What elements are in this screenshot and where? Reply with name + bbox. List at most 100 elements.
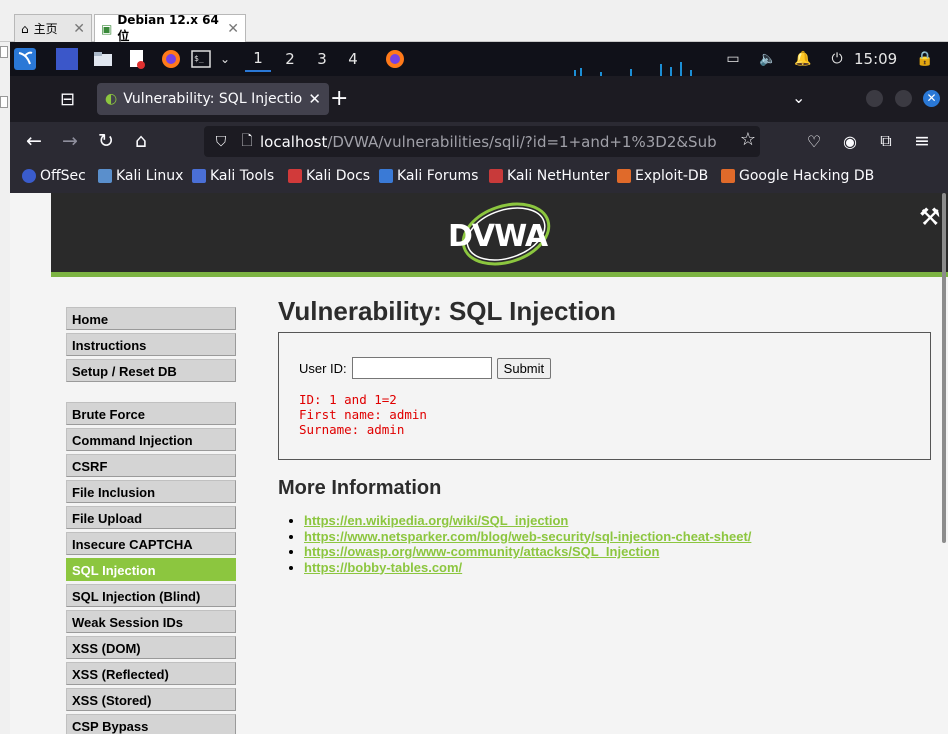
cpu-graph-icon bbox=[574, 62, 692, 76]
close-icon[interactable]: ✕ bbox=[227, 21, 239, 37]
file-manager-icon[interactable] bbox=[92, 48, 114, 70]
link-netsparker[interactable]: https://www.netsparker.com/blog/web-secu… bbox=[304, 529, 751, 544]
link-bobby-tables[interactable]: https://bobby-tables.com/ bbox=[304, 560, 462, 575]
ghdb-icon bbox=[721, 169, 735, 183]
tools-icon[interactable]: ⚒ bbox=[919, 203, 941, 231]
home-icon[interactable]: ⌂ bbox=[128, 128, 154, 154]
pocket-icon[interactable]: ♡ bbox=[801, 128, 827, 154]
tab-list-icon[interactable]: ⊟ bbox=[60, 89, 75, 110]
menu-item-xss-stored[interactable]: XSS (Stored) bbox=[66, 688, 236, 711]
browser-tab-active[interactable]: ◐ Vulnerability: SQL Injection ✕ bbox=[97, 83, 329, 115]
page-scrollbar[interactable] bbox=[942, 193, 946, 543]
bookmark-star-icon[interactable]: ☆ bbox=[740, 129, 756, 150]
account-icon[interactable]: ◉ bbox=[837, 128, 863, 154]
lock-icon[interactable]: 🔒 bbox=[914, 48, 936, 70]
shield-icon[interactable]: ⛉ bbox=[208, 134, 234, 150]
menu-item-command-injection[interactable]: Command Injection bbox=[66, 428, 236, 451]
menu-item-home[interactable]: Home bbox=[66, 307, 236, 330]
bookmark-offsec[interactable]: OffSec bbox=[22, 168, 86, 184]
page-info-icon[interactable]: 🗋 bbox=[234, 130, 260, 154]
host-tab-label: Debian 12.x 64 位 bbox=[117, 13, 219, 43]
link-wikipedia[interactable]: https://en.wikipedia.org/wiki/SQL_inject… bbox=[304, 513, 568, 528]
text-editor-icon[interactable] bbox=[126, 48, 148, 70]
browser-nav-bar: ← → ↻ ⌂ ⛉ 🗋 localhost/DVWA/vulnerabiliti… bbox=[10, 122, 948, 160]
list-item: https://bobby-tables.com/ bbox=[304, 560, 751, 576]
workspace-2[interactable]: 2 bbox=[277, 46, 303, 72]
menu-item-xss-dom[interactable]: XSS (DOM) bbox=[66, 636, 236, 659]
menu-item-instructions[interactable]: Instructions bbox=[66, 333, 236, 356]
bookmark-exploit-db[interactable]: Exploit-DB bbox=[617, 168, 708, 184]
menu-item-brute-force[interactable]: Brute Force bbox=[66, 402, 236, 425]
bell-icon[interactable]: 🔔 bbox=[792, 48, 814, 70]
forward-icon[interactable]: → bbox=[57, 128, 83, 154]
browser-tab-bar: ⊟ ◐ Vulnerability: SQL Injection ✕ + ⌄ ✕ bbox=[10, 76, 948, 122]
menu-icon[interactable]: ≡ bbox=[909, 128, 935, 154]
dvwa-logo: DVWA bbox=[448, 201, 554, 267]
bookmark-google-hacking-db[interactable]: Google Hacking DB bbox=[721, 168, 874, 184]
kali-menu-icon[interactable] bbox=[14, 48, 36, 70]
user-id-input[interactable] bbox=[351, 357, 492, 379]
workspace-4[interactable]: 4 bbox=[340, 46, 366, 72]
list-item: https://owasp.org/www-community/attacks/… bbox=[304, 544, 751, 560]
menu-item-sql-injection-blind[interactable]: SQL Injection (Blind) bbox=[66, 584, 236, 607]
menu-item-xss-reflected[interactable]: XSS (Reflected) bbox=[66, 662, 236, 685]
menu-item-insecure-captcha[interactable]: Insecure CAPTCHA bbox=[66, 532, 236, 555]
workspace-3[interactable]: 3 bbox=[309, 46, 335, 72]
maximize-icon[interactable] bbox=[895, 90, 912, 107]
forums-icon bbox=[379, 169, 393, 183]
show-desktop-icon[interactable] bbox=[56, 48, 78, 70]
close-icon[interactable]: ✕ bbox=[73, 21, 85, 37]
menu-item-file-inclusion[interactable]: File Inclusion bbox=[66, 480, 236, 503]
back-icon[interactable]: ← bbox=[21, 128, 47, 154]
host-tab-home[interactable]: ⌂ 主页 ✕ bbox=[14, 14, 92, 42]
volume-icon[interactable]: 🔈 bbox=[757, 48, 779, 70]
reload-icon[interactable]: ↻ bbox=[93, 128, 119, 154]
result-line-first-name: First name: admin bbox=[299, 407, 427, 422]
extensions-icon[interactable]: ⧉ bbox=[873, 128, 899, 154]
workspace-1[interactable]: 1 bbox=[245, 46, 271, 72]
user-id-label: User ID: bbox=[299, 360, 347, 376]
new-tab-icon[interactable]: + bbox=[330, 86, 348, 111]
terminal-icon[interactable]: $_ bbox=[190, 48, 212, 70]
menu-item-csrf[interactable]: CSRF bbox=[66, 454, 236, 477]
close-window-icon[interactable]: ✕ bbox=[923, 90, 940, 107]
power-icon[interactable]: ⏻ bbox=[826, 48, 848, 70]
menu-item-weak-session-ids[interactable]: Weak Session IDs bbox=[66, 610, 236, 633]
list-item: https://en.wikipedia.org/wiki/SQL_inject… bbox=[304, 513, 751, 529]
menu-item-sql-injection[interactable]: SQL Injection bbox=[66, 558, 236, 581]
firefox-icon[interactable] bbox=[160, 48, 182, 70]
menu-item-setup[interactable]: Setup / Reset DB bbox=[66, 359, 236, 382]
link-owasp[interactable]: https://owasp.org/www-community/attacks/… bbox=[304, 544, 659, 559]
bookmarks-toolbar: OffSec Kali Linux Kali Tools Kali Docs K… bbox=[10, 160, 948, 193]
chevron-down-icon[interactable]: ⌄ bbox=[792, 88, 805, 107]
bookmark-kali-tools[interactable]: Kali Tools bbox=[192, 168, 274, 184]
dvwa-favicon-icon: ◐ bbox=[105, 91, 118, 107]
minimize-icon[interactable] bbox=[866, 90, 883, 107]
dvwa-header: DVWA ⚒ bbox=[51, 193, 948, 277]
submit-button[interactable]: Submit bbox=[496, 357, 552, 379]
tools-icon bbox=[192, 169, 206, 183]
close-icon[interactable]: ✕ bbox=[308, 90, 321, 108]
display-icon[interactable]: ▭ bbox=[722, 48, 744, 70]
dvwa-body: Home Instructions Setup / Reset DB Brute… bbox=[51, 282, 948, 734]
bookmark-kali-linux[interactable]: Kali Linux bbox=[98, 168, 183, 184]
host-tab-vm[interactable]: ▣ Debian 12.x 64 位 ✕ bbox=[94, 13, 246, 43]
bookmark-kali-nethunter[interactable]: Kali NetHunter bbox=[489, 168, 609, 184]
menu-item-csp-bypass[interactable]: CSP Bypass bbox=[66, 714, 236, 734]
tool-marker bbox=[0, 46, 8, 58]
menu-item-file-upload[interactable]: File Upload bbox=[66, 506, 236, 529]
exploit-db-icon bbox=[617, 169, 631, 183]
url-bar[interactable]: ⛉ 🗋 localhost/DVWA/vulnerabilities/sqli/… bbox=[204, 126, 760, 157]
tab-title: Vulnerability: SQL Injection bbox=[123, 91, 303, 107]
vm-icon: ▣ bbox=[101, 21, 113, 36]
offsec-icon bbox=[22, 169, 36, 183]
vulnerable-code-area: User ID: Submit ID: 1 and 1=2 First name:… bbox=[278, 332, 931, 460]
chevron-down-icon[interactable]: ⌄ bbox=[214, 48, 236, 70]
host-tab-label: 主页 bbox=[33, 22, 58, 36]
bookmark-label: Kali Forums bbox=[397, 168, 479, 184]
query-result: ID: 1 and 1=2 First name: admin Surname: a… bbox=[299, 392, 427, 437]
bookmark-kali-docs[interactable]: Kali Docs bbox=[288, 168, 370, 184]
url-text[interactable]: localhost/DVWA/vulnerabilities/sqli/?id=… bbox=[260, 133, 716, 151]
bookmark-kali-forums[interactable]: Kali Forums bbox=[379, 168, 478, 184]
firefox-task-icon[interactable] bbox=[384, 48, 406, 70]
